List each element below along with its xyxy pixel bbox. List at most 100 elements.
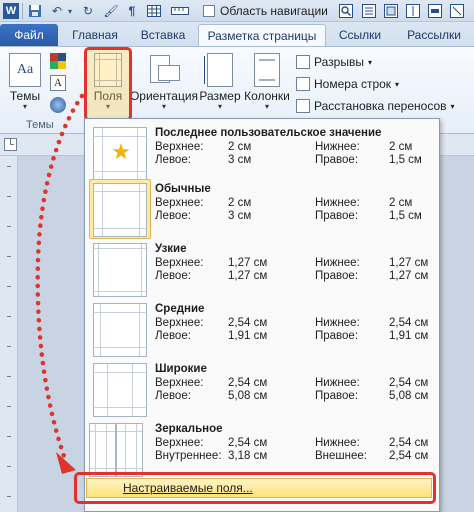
columns-icon <box>254 53 280 87</box>
orientation-dropdown-icon: ▾ <box>161 102 166 111</box>
left-value: 5,08 см <box>228 390 268 402</box>
page-thumbnail <box>89 423 116 477</box>
ruler-tick <box>7 286 11 287</box>
tab-mailings[interactable]: Рассылки <box>396 24 472 46</box>
hyphenation-dropdown-icon: ▾ <box>450 101 455 111</box>
table-icon[interactable] <box>146 3 162 19</box>
size-dropdown-icon: ▾ <box>217 102 222 111</box>
themes-button[interactable]: Aa Темы ▾ <box>6 51 44 119</box>
undo-icon[interactable]: ↶ <box>49 3 65 19</box>
nav-pane-checkbox[interactable] <box>203 5 215 17</box>
zoom-icon[interactable] <box>338 3 354 19</box>
right-value: 1,27 см <box>389 270 429 282</box>
tab-page-layout[interactable]: Разметка страницы <box>198 24 326 46</box>
view-icon-3[interactable] <box>405 3 421 19</box>
line-numbers-label: Номера строк <box>314 77 392 91</box>
columns-dropdown-icon: ▾ <box>264 102 269 111</box>
hyphenation-button[interactable]: Расстановка переносов ▾ <box>296 97 455 115</box>
top-label: Верхнее: <box>155 257 204 269</box>
inside-value: 3,18 см <box>228 450 268 462</box>
theme-fonts-icon[interactable]: A <box>50 75 66 91</box>
bottom-value: 2,54 см <box>389 317 429 329</box>
margins-highlight <box>84 47 132 121</box>
orientation-button[interactable]: Ориентация ▾ <box>129 51 199 119</box>
paragraph-icon[interactable]: ¶ <box>124 3 140 19</box>
margin-preset-narrow[interactable]: Узкие Верхнее: 1,27 см Нижнее: 1,27 см Л… <box>85 239 439 299</box>
left-value: 3 см <box>228 210 252 222</box>
top-value: 2,54 см <box>228 317 268 329</box>
top-label: Верхнее: <box>155 141 204 153</box>
tab-references[interactable]: Ссылки <box>330 24 390 46</box>
columns-label: Колонки <box>244 89 290 103</box>
view-icon-2[interactable] <box>383 3 399 19</box>
columns-button[interactable]: Колонки ▾ <box>243 51 291 119</box>
view-icon-4[interactable] <box>427 3 443 19</box>
right-label: Правое: <box>315 210 359 222</box>
theme-colors-icon[interactable] <box>50 53 66 69</box>
dropdown-arrow-icon[interactable]: ▾ <box>65 3 75 19</box>
size-icon <box>204 53 233 87</box>
margin-preset-mirrored[interactable]: Зеркальное Верхнее: 2,54 см Нижнее: 2,54… <box>85 419 439 479</box>
size-button[interactable]: Размер ▾ <box>199 51 241 119</box>
margin-preset-normal[interactable]: Обычные Верхнее: 2 см Нижнее: 2 см Левое… <box>85 179 439 239</box>
view-icon-1[interactable] <box>361 3 377 19</box>
bottom-label: Нижнее: <box>315 141 360 153</box>
right-label: Правое: <box>315 154 359 166</box>
outside-label: Внешнее: <box>315 450 367 462</box>
margin-preset-last-custom[interactable]: ★ Последнее пользовательское значение Ве… <box>85 123 439 183</box>
tab-selector-icon[interactable]: └ <box>4 138 17 151</box>
left-label: Левое: <box>155 154 191 166</box>
breaks-button[interactable]: Разрывы ▾ <box>296 53 372 71</box>
right-value: 1,5 см <box>389 210 422 222</box>
bottom-value: 2 см <box>389 197 413 209</box>
breaks-icon <box>296 55 310 69</box>
top-value: 1,27 см <box>228 257 268 269</box>
ruler-tick <box>7 406 11 407</box>
vertical-ruler <box>0 156 18 512</box>
tab-home[interactable]: Главная <box>64 24 126 46</box>
margin-preset-wide[interactable]: Широкие Верхнее: 2,54 см Нижнее: 2,54 см… <box>85 359 439 419</box>
left-value: 3 см <box>228 154 252 166</box>
orientation-label: Ориентация <box>129 89 199 103</box>
ruler-tick <box>7 496 11 497</box>
ruler-tick <box>7 166 11 167</box>
ruler-tick <box>7 316 11 317</box>
preset-name: Средние <box>155 303 205 315</box>
star-icon: ★ <box>111 139 131 164</box>
redo-icon[interactable]: ↻ <box>80 3 96 19</box>
theme-effects-icon[interactable] <box>50 97 66 113</box>
top-label: Верхнее: <box>155 377 204 389</box>
tab-file[interactable]: Файл <box>0 24 58 46</box>
page-thumbnail <box>93 303 147 357</box>
hyphenation-label: Расстановка переносов <box>314 99 447 113</box>
preset-name: Обычные <box>155 183 211 195</box>
top-value: 2,54 см <box>228 377 268 389</box>
line-numbers-button[interactable]: Номера строк ▾ <box>296 75 399 93</box>
qat-separator <box>22 3 23 19</box>
margins-menu: ★ Последнее пользовательское значение Ве… <box>84 118 440 512</box>
right-label: Правое: <box>315 270 359 282</box>
top-label: Верхнее: <box>155 437 204 449</box>
custom-margins-highlight <box>74 472 436 504</box>
view-icon-5[interactable] <box>449 3 465 19</box>
word-icon[interactable]: W <box>3 3 19 19</box>
ruler-tick <box>7 196 11 197</box>
page-thumbnail <box>93 363 147 417</box>
preset-name: Узкие <box>155 243 187 255</box>
right-value: 1,91 см <box>389 330 429 342</box>
breaks-dropdown-icon: ▾ <box>367 57 372 67</box>
ruler-icon[interactable] <box>170 3 190 19</box>
save-icon[interactable] <box>27 3 43 19</box>
page-thumbnail <box>93 183 147 237</box>
preset-name: Последнее пользовательское значение <box>155 127 382 139</box>
orientation-icon <box>148 53 180 87</box>
size-label: Размер <box>199 89 241 103</box>
format-painter-icon[interactable]: 🖌 <box>103 3 119 19</box>
line-numbers-icon <box>296 77 310 91</box>
themes-group-label: Темы <box>26 119 54 131</box>
top-label: Верхнее: <box>155 317 204 329</box>
preset-name: Широкие <box>155 363 207 375</box>
margin-preset-moderate[interactable]: Средние Верхнее: 2,54 см Нижнее: 2,54 см… <box>85 299 439 359</box>
tab-insert[interactable]: Вставка <box>130 24 196 46</box>
bottom-value: 2,54 см <box>389 377 429 389</box>
